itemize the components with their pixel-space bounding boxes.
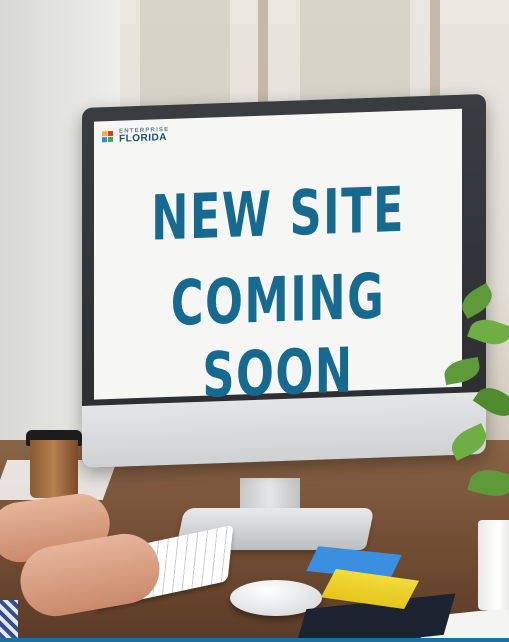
window-pane <box>140 0 230 120</box>
hero-photo: ENTERPRISE FLORIDA NEW SITE COMING SOON <box>0 0 509 642</box>
florida-logo-icon <box>102 130 114 143</box>
potted-plant <box>440 280 509 540</box>
shirt-sleeve <box>0 600 18 642</box>
accent-bar <box>0 638 509 642</box>
enterprise-florida-logo: ENTERPRISE FLORIDA <box>102 127 169 145</box>
headline-new-site: NEW SITE <box>151 172 405 255</box>
logo-text-bottom: FLORIDA <box>119 132 167 145</box>
coffee-cup <box>30 440 78 498</box>
desktop-monitor: ENTERPRISE FLORIDA NEW SITE COMING SOON <box>82 93 486 469</box>
plant-pot <box>478 520 509 610</box>
monitor-screen: ENTERPRISE FLORIDA NEW SITE COMING SOON <box>94 108 462 412</box>
headline-coming-soon: COMING SOON <box>170 259 386 412</box>
